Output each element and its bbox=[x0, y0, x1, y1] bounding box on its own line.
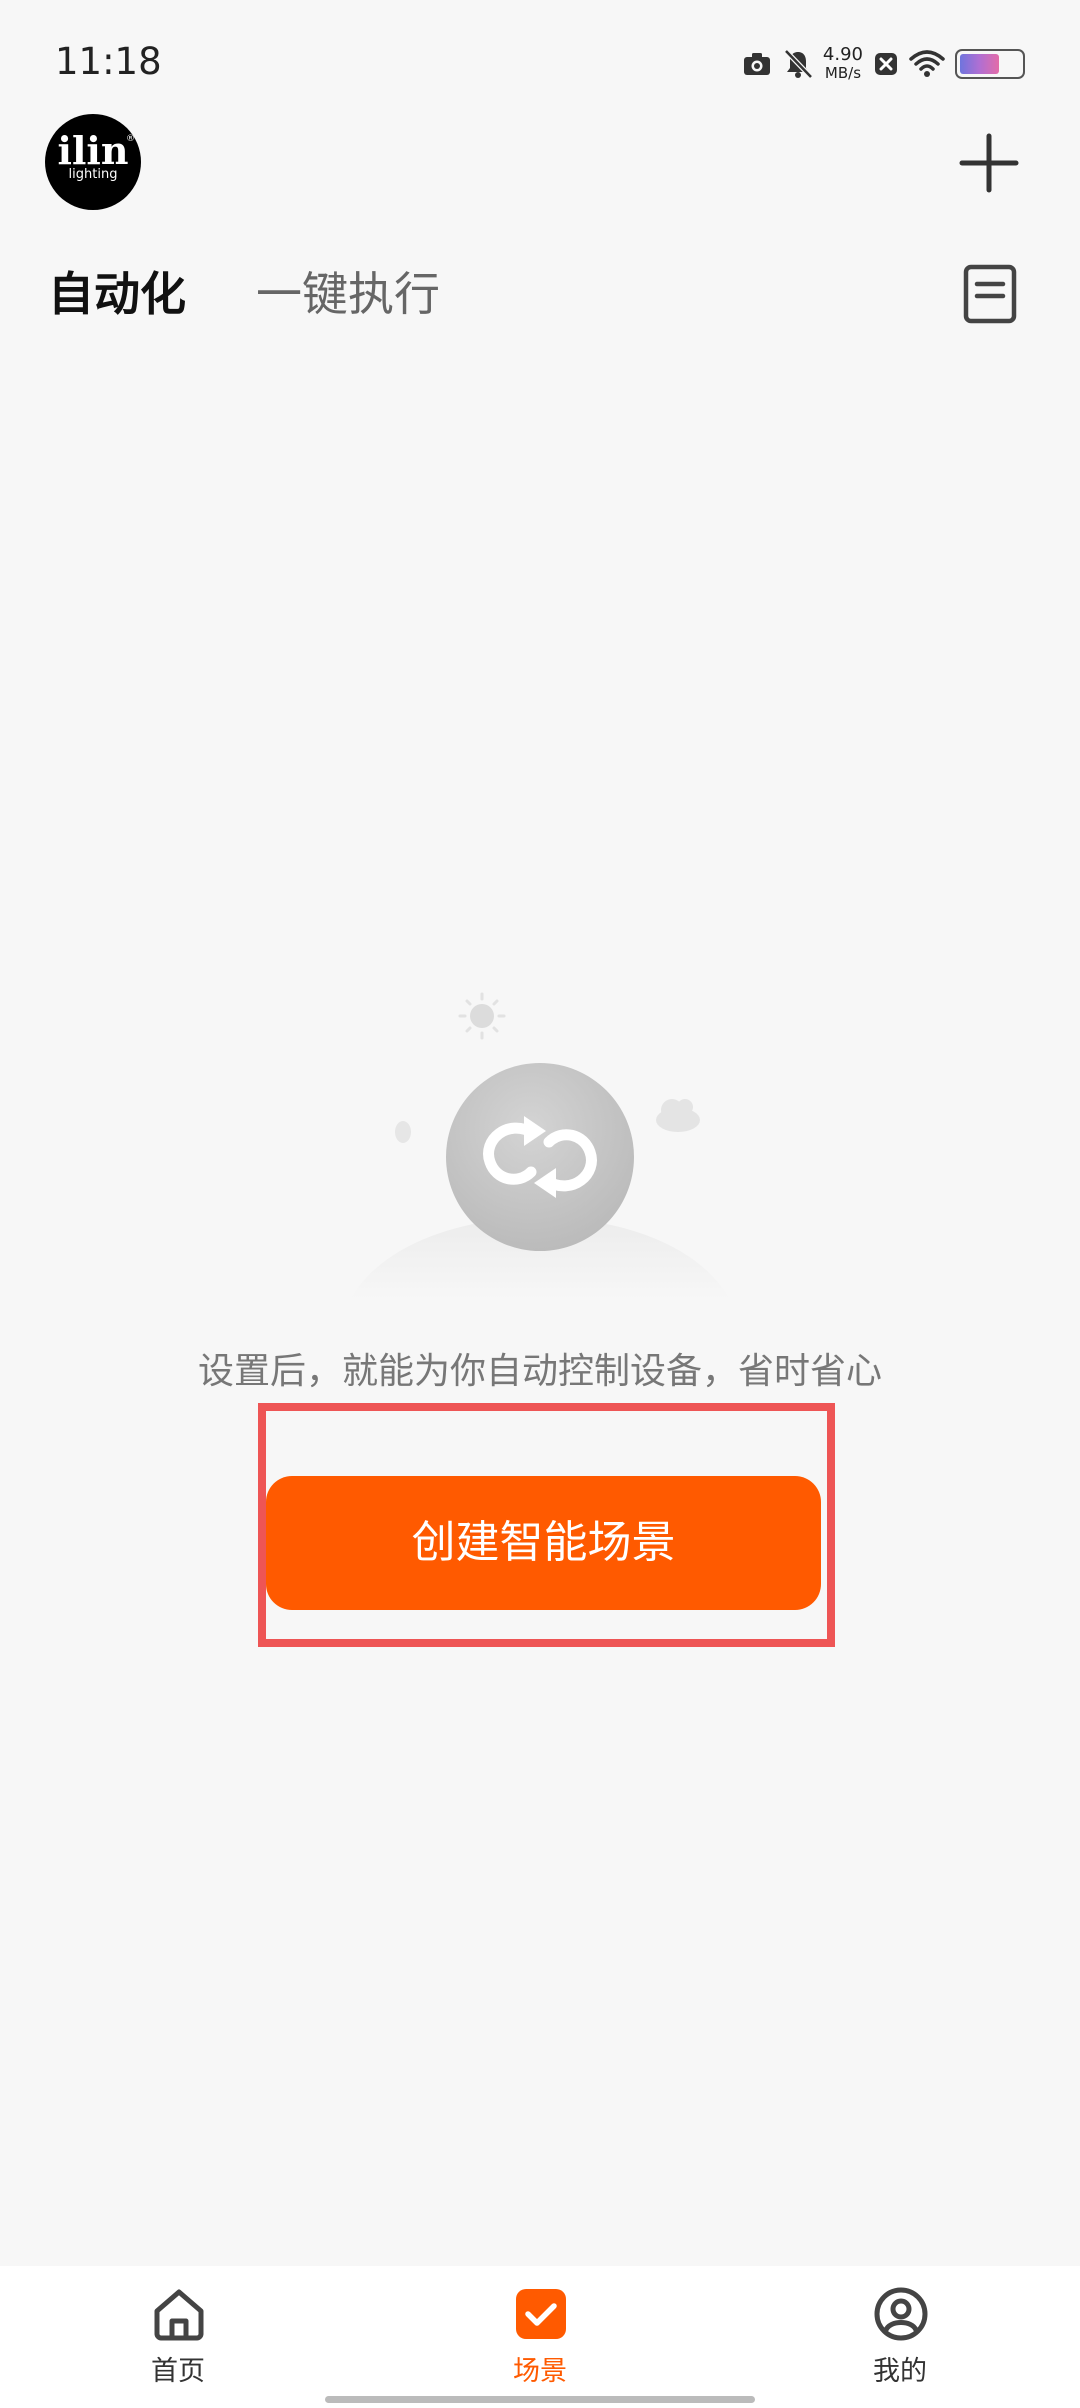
cloud-icon bbox=[656, 1099, 700, 1132]
create-smart-scene-button[interactable]: 创建智能场景 bbox=[266, 1476, 821, 1610]
tab-automation[interactable]: 自动化 bbox=[48, 262, 186, 326]
logo-registered-mark: ® bbox=[126, 134, 135, 144]
plus-icon bbox=[959, 133, 1019, 193]
bell-muted-icon bbox=[784, 49, 813, 79]
net-speed-unit: MB/s bbox=[824, 64, 862, 82]
camera-icon bbox=[743, 53, 770, 75]
nav-home-label: 首页 bbox=[151, 2356, 205, 2387]
nav-home[interactable]: 首页 bbox=[78, 2266, 278, 2408]
scene-tabs: 自动化 一键执行 bbox=[48, 262, 440, 326]
scene-check-icon bbox=[516, 2289, 566, 2339]
status-icons: 4.90 MB/s bbox=[741, 40, 1025, 88]
user-icon bbox=[874, 2287, 928, 2341]
empty-state-message: 设置后，就能为你自动控制设备，省时省心 bbox=[197, 1351, 882, 1392]
net-speed: 4.90 MB/s bbox=[822, 44, 863, 83]
document-icon bbox=[963, 264, 1017, 324]
empty-state-illustration bbox=[350, 992, 730, 1300]
nav-mine-label: 我的 bbox=[873, 2356, 927, 2387]
log-button[interactable] bbox=[960, 262, 1020, 326]
app-logo: ilin lighting ® bbox=[45, 114, 141, 210]
add-button[interactable] bbox=[956, 130, 1022, 196]
home-icon bbox=[154, 2289, 204, 2341]
net-speed-value: 4.90 bbox=[822, 44, 863, 65]
battery-icon bbox=[955, 49, 1025, 79]
nav-scene-label: 场景 bbox=[513, 2356, 567, 2387]
bottom-nav: 首页 场景 我的 bbox=[0, 2266, 1080, 2408]
tab-one-click[interactable]: 一键执行 bbox=[256, 262, 440, 326]
status-bar: 11:18 4.90 MB/s bbox=[0, 0, 1080, 120]
nav-scene[interactable]: 场景 bbox=[440, 2266, 640, 2408]
status-time: 11:18 bbox=[55, 40, 162, 83]
nav-mine[interactable]: 我的 bbox=[800, 2266, 1000, 2408]
close-box-icon bbox=[875, 53, 897, 75]
sun-icon bbox=[458, 992, 506, 1040]
wifi-icon bbox=[909, 50, 945, 77]
battery-fill bbox=[960, 54, 999, 74]
home-indicator[interactable] bbox=[325, 2396, 755, 2403]
